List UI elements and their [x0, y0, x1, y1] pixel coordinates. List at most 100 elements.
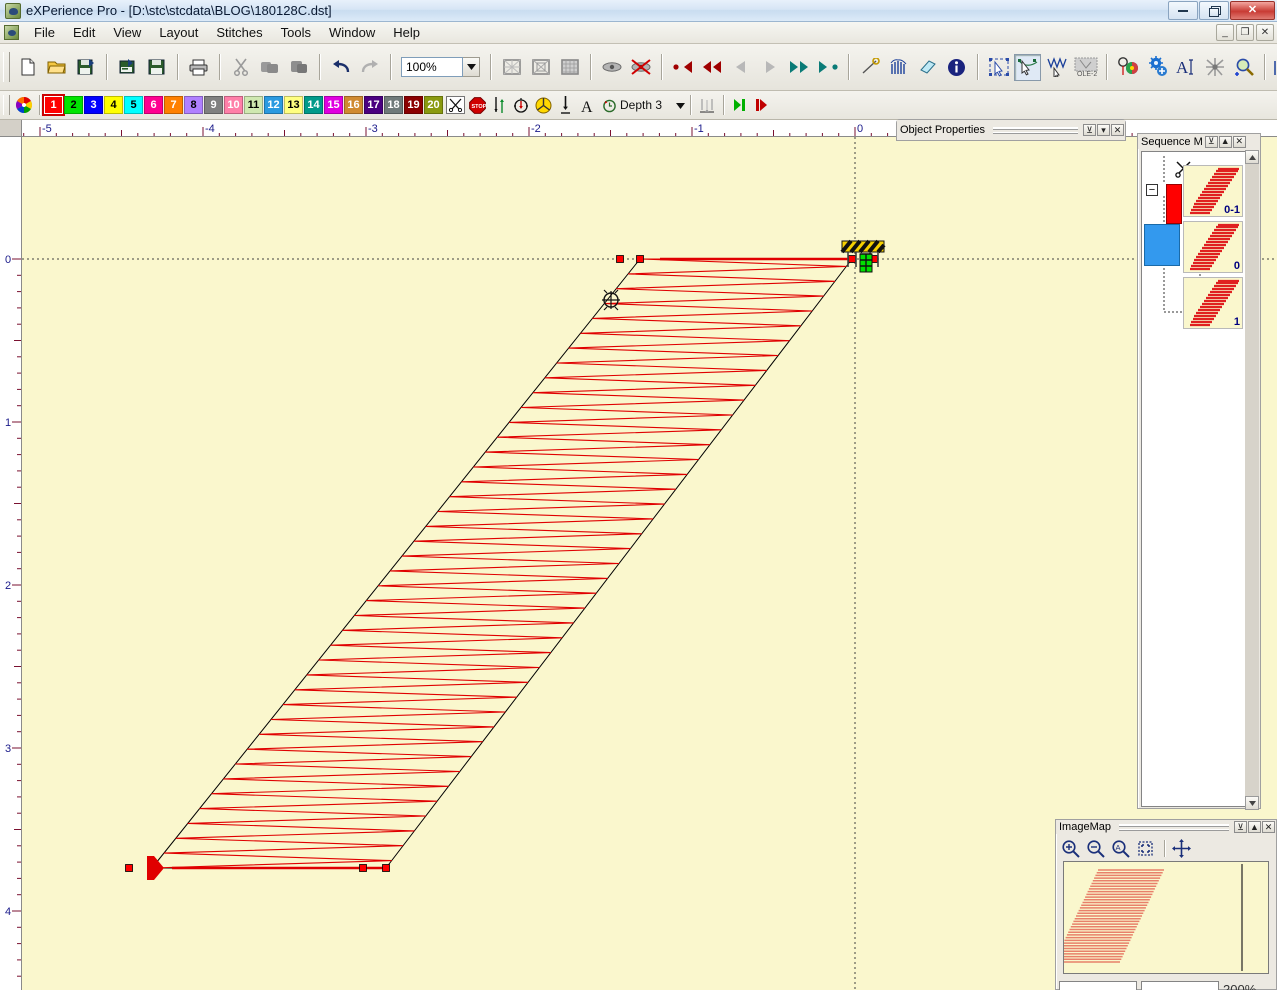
shape-fill-icon[interactable] — [914, 54, 941, 81]
show-stitches-icon[interactable] — [598, 54, 625, 81]
settings-object-icon[interactable] — [1143, 54, 1170, 81]
redo-arrow-icon[interactable] — [356, 54, 383, 81]
color-swatch-8[interactable]: 8 — [184, 96, 203, 114]
color-swatch-7[interactable]: 7 — [164, 96, 183, 114]
color-swatch-20[interactable]: 20 — [424, 96, 443, 114]
mdi-close-button[interactable]: ✕ — [1256, 24, 1274, 41]
color-swatch-19[interactable]: 19 — [404, 96, 423, 114]
stitch-density-icon[interactable] — [885, 54, 912, 81]
panel-outer-scrollbar[interactable] — [1245, 150, 1259, 810]
color-swatch-11[interactable]: 11 — [244, 96, 263, 114]
stitch-insert-icon[interactable] — [1272, 54, 1277, 81]
color-swatch-14[interactable]: 14 — [304, 96, 323, 114]
grid-fill-icon[interactable] — [556, 54, 583, 81]
zoom-level-input[interactable]: 100% — [401, 57, 463, 77]
panel-menu-button[interactable]: ▾ — [1097, 124, 1110, 136]
import-icon[interactable] — [114, 54, 141, 81]
zoom-in-icon[interactable] — [1059, 838, 1082, 859]
scroll-down-arrow-icon[interactable] — [1245, 796, 1259, 810]
menu-item-help[interactable]: Help — [384, 23, 429, 42]
zoom-selection-icon[interactable] — [1134, 838, 1157, 859]
sequence-color-block-red[interactable] — [1166, 184, 1182, 224]
sequence-thumbnail[interactable]: 0 — [1183, 221, 1243, 273]
letter-a-icon[interactable]: A — [577, 95, 597, 116]
rect-select-icon[interactable] — [985, 54, 1012, 81]
window-close-button[interactable]: ✕ — [1230, 1, 1275, 20]
menu-item-layout[interactable]: Layout — [150, 23, 207, 42]
toolbar-grip[interactable] — [3, 52, 10, 82]
printer-icon[interactable] — [185, 54, 212, 81]
sequence-list[interactable]: − 0-1 0 1 — [1141, 151, 1259, 807]
jump-to-green-icon[interactable] — [730, 95, 750, 116]
auto-hide-button[interactable]: ⊻ — [1234, 821, 1247, 833]
info-icon[interactable] — [943, 54, 970, 81]
step-back-icon[interactable] — [727, 54, 754, 81]
sequence-thumbnail[interactable]: 0-1 — [1183, 165, 1243, 217]
panel-grip[interactable] — [992, 126, 1078, 134]
color-swatch-1[interactable]: 1 — [42, 94, 65, 116]
sequence-thumbnail[interactable]: 1 — [1183, 277, 1243, 329]
image-map-preview[interactable] — [1063, 861, 1269, 974]
color-swatch-4[interactable]: 4 — [104, 96, 123, 114]
new-document-icon[interactable] — [14, 54, 41, 81]
needle-target-icon[interactable] — [511, 95, 531, 116]
panel-close-button[interactable]: ✕ — [1262, 821, 1275, 833]
needle-up-icon[interactable] — [489, 95, 509, 116]
color-swatch-15[interactable]: 15 — [324, 96, 343, 114]
export-save-icon[interactable] — [143, 54, 170, 81]
color-swatch-13[interactable]: 13 — [284, 96, 303, 114]
pan-move-icon[interactable] — [1170, 838, 1193, 859]
palette-grip[interactable] — [3, 95, 10, 115]
open-folder-icon[interactable] — [43, 54, 70, 81]
step-forward-fast-icon[interactable] — [785, 54, 812, 81]
zoom-all-icon[interactable]: A — [1109, 838, 1132, 859]
color-swatch-6[interactable]: 6 — [144, 96, 163, 114]
image-map-field-2[interactable] — [1141, 981, 1219, 990]
cut-scissors-icon[interactable] — [227, 54, 254, 81]
grid-view-icon[interactable] — [498, 54, 525, 81]
menu-item-tools[interactable]: Tools — [272, 23, 320, 42]
hide-stitches-icon[interactable] — [627, 54, 654, 81]
color-swatch-10[interactable]: 10 — [224, 96, 243, 114]
color-swatch-9[interactable]: 9 — [204, 96, 223, 114]
paste-icon[interactable] — [285, 54, 312, 81]
menu-item-view[interactable]: View — [104, 23, 150, 42]
color-swatch-16[interactable]: 16 — [344, 96, 363, 114]
depth-selector[interactable]: Depth 3 — [602, 98, 686, 113]
tree-toggle-button[interactable]: − — [1146, 184, 1158, 196]
object-properties-titlebar[interactable]: Object Properties ⊻ ▾ ✕ — [897, 120, 1125, 140]
zoom-tool-icon[interactable] — [1230, 54, 1257, 81]
menu-item-window[interactable]: Window — [320, 23, 384, 42]
chevron-down-icon[interactable] — [463, 57, 480, 77]
collapse-button[interactable]: ▲ — [1218, 135, 1232, 148]
color-swatch-3[interactable]: 3 — [84, 96, 103, 114]
color-swatch-2[interactable]: 2 — [64, 96, 83, 114]
color-swatch-18[interactable]: 18 — [384, 96, 403, 114]
panel-grip[interactable] — [1118, 823, 1229, 831]
node-select-icon[interactable] — [1014, 53, 1041, 81]
stop-sign-icon[interactable]: STOP — [467, 95, 487, 116]
collapse-button[interactable]: ▲ — [1248, 821, 1261, 833]
sequence-color-block-blue[interactable] — [1144, 224, 1180, 266]
step-forward-icon[interactable] — [756, 54, 783, 81]
step-back-fast-icon[interactable] — [698, 54, 725, 81]
menu-item-file[interactable]: File — [25, 23, 64, 42]
step-back-start-icon[interactable] — [669, 54, 696, 81]
window-restore-button[interactable] — [1199, 1, 1229, 20]
undo-arrow-icon[interactable] — [327, 54, 354, 81]
jump-to-red-icon[interactable] — [752, 95, 772, 116]
bobbin-icon[interactable] — [533, 95, 553, 116]
color-swatch-5[interactable]: 5 — [124, 96, 143, 114]
step-forward-end-icon[interactable] — [814, 54, 841, 81]
ole2-object-icon[interactable]: OLE-2 — [1072, 54, 1099, 81]
trim-scissors-icon[interactable] — [446, 96, 465, 114]
grid-hoop-icon[interactable] — [527, 54, 554, 81]
mdi-minimize-button[interactable]: _ — [1216, 24, 1234, 41]
mdi-restore-button[interactable]: ❐ — [1236, 24, 1254, 41]
auto-hide-button[interactable]: ⊻ — [1083, 124, 1096, 136]
panel-close-button[interactable]: ✕ — [1232, 135, 1246, 148]
panel-close-button[interactable]: ✕ — [1111, 124, 1124, 136]
save-as-icon[interactable] — [72, 54, 99, 81]
depth-dropdown-arrow-icon[interactable] — [676, 98, 686, 112]
color-swatch-17[interactable]: 17 — [364, 96, 383, 114]
